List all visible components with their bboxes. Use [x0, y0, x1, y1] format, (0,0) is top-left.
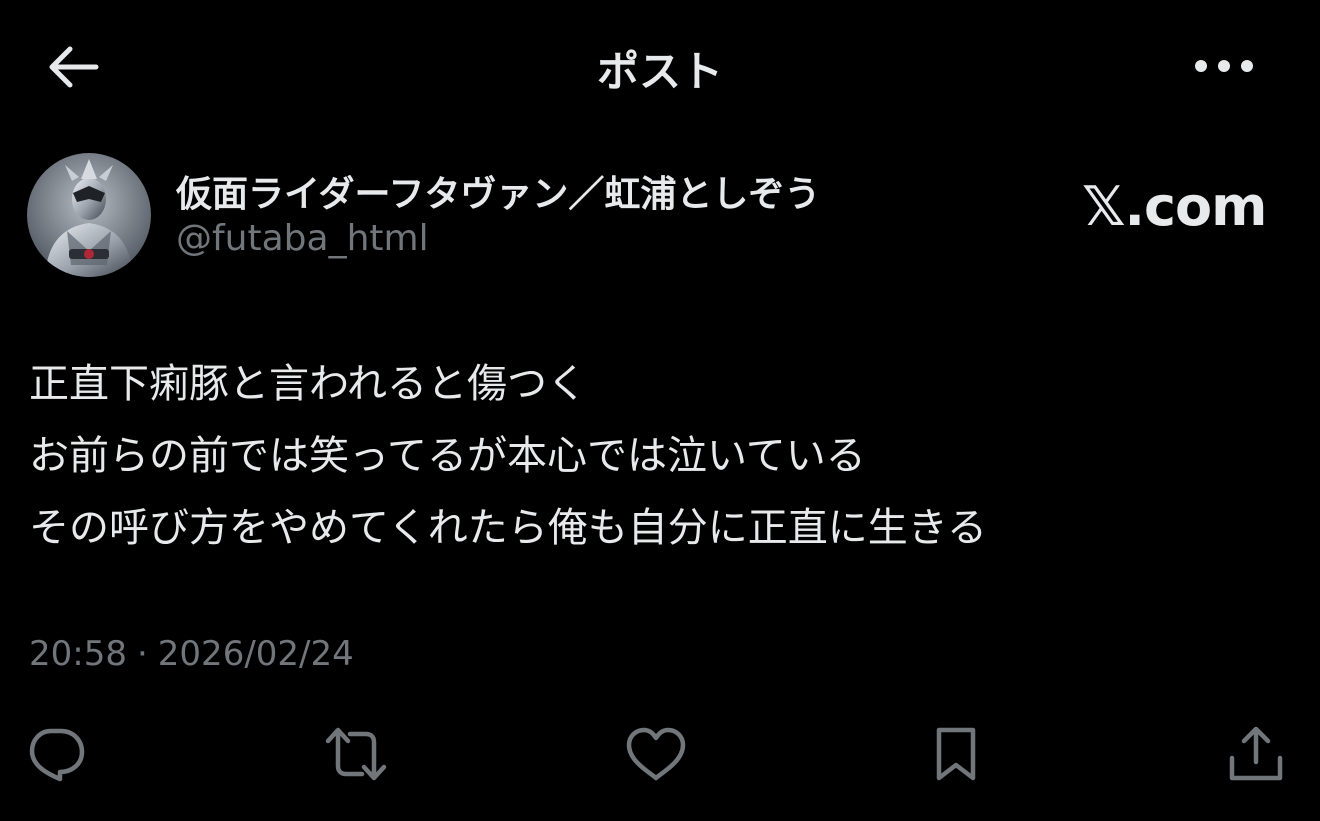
- post-date: 2026/02/24: [157, 634, 354, 674]
- bookmark-button[interactable]: [924, 722, 988, 786]
- like-button[interactable]: [624, 722, 688, 786]
- kamen-rider-figure-avatar: [27, 153, 151, 277]
- post-text-line: 正直下痢豚と言われると傷つく: [29, 361, 587, 407]
- post-text-line: お前らの前では笑ってるが本心では泣いている: [29, 433, 866, 479]
- reply-button[interactable]: [25, 722, 89, 786]
- like-icon: [626, 727, 686, 781]
- top-bar: ポスト: [0, 0, 1320, 130]
- post-text-line: その呼び方をやめてくれたら俺も自分に正直に生きる: [29, 505, 987, 551]
- avatar[interactable]: [27, 153, 151, 277]
- post-time: 20:58: [29, 634, 127, 674]
- author-display-name[interactable]: 仮面ライダーフタヴァン／虹浦としぞう: [176, 165, 820, 217]
- post-timestamp: 20:58 · 2026/02/24: [29, 634, 354, 674]
- author-handle[interactable]: @futaba_html: [176, 218, 429, 259]
- share-icon: [1229, 726, 1283, 781]
- bookmark-icon: [936, 727, 976, 781]
- repost-button[interactable]: [324, 722, 388, 786]
- post-text: 正直下痢豚と言われると傷つく お前らの前では笑ってるが本心では泣いている その呼…: [29, 348, 1289, 564]
- reply-icon: [29, 728, 85, 782]
- more-options-button[interactable]: [1188, 44, 1260, 88]
- page-title: ポスト: [596, 47, 723, 96]
- repost-icon: [325, 727, 387, 781]
- more-horizontal-icon: [1195, 60, 1253, 72]
- x-com-watermark: 𝕏.com: [1082, 175, 1267, 238]
- share-button[interactable]: [1224, 722, 1288, 786]
- timestamp-separator: ·: [136, 634, 148, 674]
